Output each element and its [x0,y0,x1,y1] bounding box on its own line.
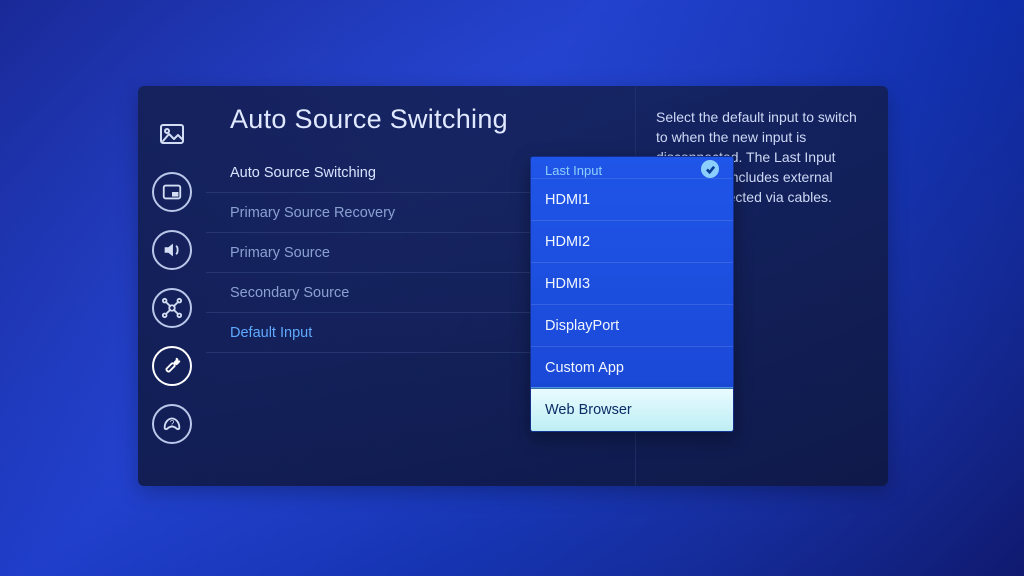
sidebar-item-pip[interactable] [152,172,192,212]
dropdown-item-hdmi2[interactable]: HDMI2 [531,221,733,263]
dropdown-item-last-input[interactable]: Last Input [531,157,733,179]
sound-icon [161,239,183,261]
support-icon: ? [161,413,183,435]
dropdown-item-web-browser[interactable]: Web Browser [531,389,733,431]
sidebar-item-network[interactable] [152,288,192,328]
dropdown-item-label: Custom App [545,360,624,376]
dropdown-item-custom-app[interactable]: Custom App [531,347,733,389]
sidebar: ? [138,86,206,486]
dropdown-item-hdmi3[interactable]: HDMI3 [531,263,733,305]
dropdown-item-label: HDMI3 [545,276,590,292]
settings-panel: ? Auto Source Switching Auto Source Swit… [138,86,888,486]
dropdown-item-displayport[interactable]: DisplayPort [531,305,733,347]
dropdown-item-label: DisplayPort [545,318,619,334]
dropdown-item-label: Last Input [545,163,602,178]
dropdown-item-label: Web Browser [545,402,632,418]
sidebar-item-sound[interactable] [152,230,192,270]
sidebar-item-settings[interactable] [152,346,192,386]
row-label: Primary Source Recovery [230,205,395,221]
row-label: Secondary Source [230,285,349,301]
check-icon [701,160,719,178]
network-icon [161,297,183,319]
sidebar-item-picture[interactable] [152,114,192,154]
default-input-dropdown[interactable]: Last Input HDMI1 HDMI2 HDMI3 DisplayPort… [530,156,734,432]
dropdown-item-label: HDMI2 [545,234,590,250]
svg-text:?: ? [170,419,175,428]
pip-icon [161,181,183,203]
picture-icon [160,124,184,144]
sidebar-item-support[interactable]: ? [152,404,192,444]
row-label: Primary Source [230,245,330,261]
page-title: Auto Source Switching [206,104,635,153]
settings-icon [161,355,183,377]
dropdown-item-hdmi1[interactable]: HDMI1 [531,179,733,221]
dropdown-item-label: HDMI1 [545,192,590,208]
row-label: Default Input [230,325,312,341]
row-label: Auto Source Switching [230,165,376,181]
